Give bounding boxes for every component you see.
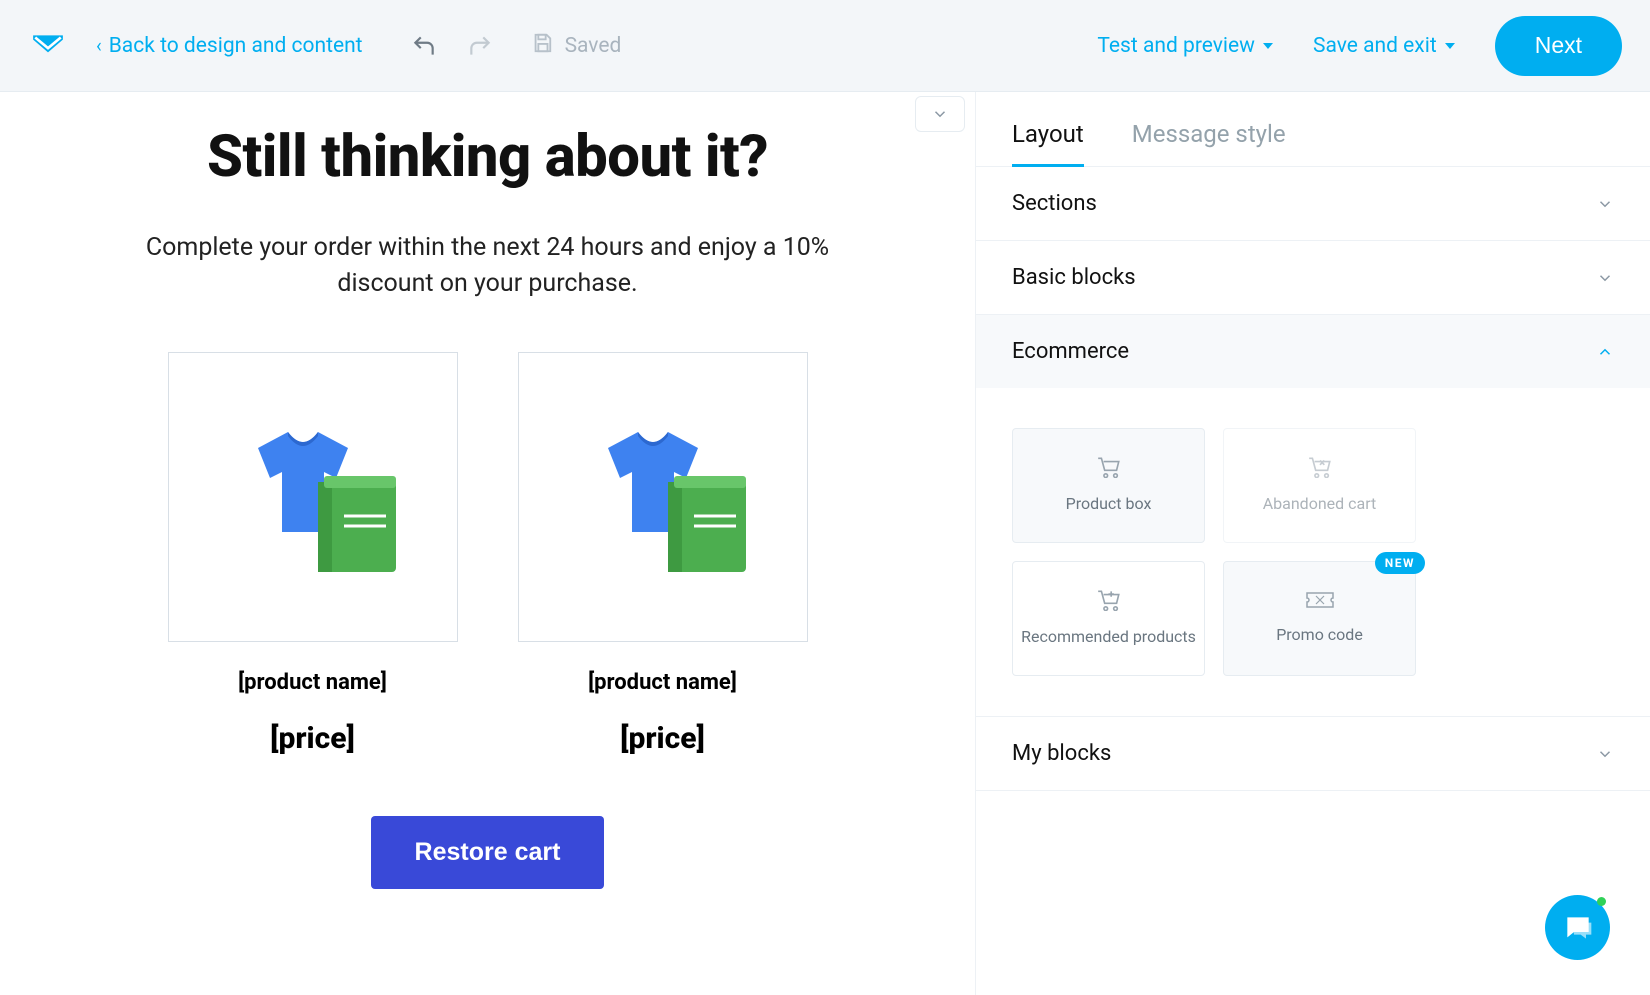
abandoned-cart-icon	[1307, 456, 1333, 482]
back-link[interactable]: ‹ Back to design and content	[96, 34, 363, 58]
accordion-label: Sections	[1012, 191, 1097, 216]
panel-collapse-handle[interactable]	[915, 96, 965, 132]
tab-message-style[interactable]: Message style	[1132, 120, 1286, 166]
product-price: [price]	[168, 721, 458, 756]
chevron-down-icon	[1596, 269, 1614, 287]
accordion-head-sections[interactable]: Sections	[976, 167, 1650, 240]
block-label: Abandoned cart	[1263, 494, 1377, 515]
accordion-ecommerce: Ecommerce Product box Abandoned cart R	[976, 315, 1650, 717]
accordion-label: My blocks	[1012, 741, 1111, 766]
main-area: Still thinking about it? Complete your o…	[0, 92, 1650, 995]
test-preview-label: Test and preview	[1097, 34, 1255, 58]
history-group	[411, 33, 493, 59]
chevron-down-icon	[1596, 745, 1614, 763]
caret-down-icon	[1263, 43, 1273, 49]
canvas-content: Still thinking about it? Complete your o…	[43, 92, 933, 995]
product-name: [product name]	[518, 670, 808, 695]
block-recommended-products[interactable]: Recommended products	[1012, 561, 1205, 676]
tab-layout[interactable]: Layout	[1012, 120, 1084, 166]
chevron-left-icon: ‹	[96, 34, 102, 57]
product-card[interactable]: [product name] [price]	[518, 352, 808, 756]
back-link-label: Back to design and content	[109, 34, 363, 58]
test-preview-dropdown[interactable]: Test and preview	[1097, 34, 1273, 58]
accordion-body-ecommerce: Product box Abandoned cart Recommended p…	[976, 388, 1650, 716]
save-exit-label: Save and exit	[1313, 34, 1437, 58]
product-image-placeholder	[168, 352, 458, 642]
save-exit-dropdown[interactable]: Save and exit	[1313, 34, 1455, 58]
right-panel: Layout Message style Sections Basic bloc…	[975, 92, 1650, 995]
block-label: Recommended products	[1021, 627, 1196, 648]
save-status: Saved	[531, 32, 622, 60]
email-canvas: Still thinking about it? Complete your o…	[0, 92, 975, 995]
save-status-label: Saved	[565, 34, 622, 58]
block-label: Promo code	[1276, 625, 1363, 646]
product-image-placeholder	[518, 352, 808, 642]
chevron-down-icon	[1596, 195, 1614, 213]
redo-button[interactable]	[467, 33, 493, 59]
accordion-head-ecommerce[interactable]: Ecommerce	[976, 315, 1650, 388]
caret-down-icon	[1445, 43, 1455, 49]
accordion-basic-blocks: Basic blocks	[976, 241, 1650, 315]
panel-tabs: Layout Message style	[976, 92, 1650, 167]
promo-ticket-icon	[1305, 591, 1335, 613]
accordion-label: Basic blocks	[1012, 265, 1136, 290]
next-button[interactable]: Next	[1495, 16, 1622, 76]
accordion-head-myblocks[interactable]: My blocks	[976, 717, 1650, 790]
accordion-label: Ecommerce	[1012, 339, 1129, 364]
accordion-head-basic[interactable]: Basic blocks	[976, 241, 1650, 314]
block-abandoned-cart[interactable]: Abandoned cart	[1223, 428, 1416, 543]
block-product-box[interactable]: Product box	[1012, 428, 1205, 543]
brand-logo	[28, 26, 68, 66]
cart-icon	[1096, 456, 1122, 482]
product-name: [product name]	[168, 670, 458, 695]
undo-button[interactable]	[411, 33, 437, 59]
top-toolbar: ‹ Back to design and content Saved Test …	[0, 0, 1650, 92]
toolbar-right: Test and preview Save and exit Next	[1097, 16, 1622, 76]
email-headline[interactable]: Still thinking about it?	[43, 126, 933, 190]
accordion-my-blocks: My blocks	[976, 717, 1650, 791]
new-badge: NEW	[1375, 552, 1425, 574]
product-price: [price]	[518, 721, 808, 756]
recommended-cart-icon	[1096, 589, 1122, 615]
product-card[interactable]: [product name] [price]	[168, 352, 458, 756]
block-grid: Product box Abandoned cart Recommended p…	[1012, 428, 1614, 676]
chevron-up-icon	[1596, 343, 1614, 361]
block-label: Product box	[1066, 494, 1152, 515]
save-icon	[531, 32, 553, 60]
accordion-sections: Sections	[976, 167, 1650, 241]
restore-cart-button[interactable]: Restore cart	[371, 816, 605, 889]
chat-fab[interactable]	[1545, 895, 1610, 960]
block-promo-code[interactable]: NEW Promo code	[1223, 561, 1416, 676]
product-row: [product name] [price]	[43, 352, 933, 756]
email-subtext[interactable]: Complete your order within the next 24 h…	[98, 230, 878, 303]
